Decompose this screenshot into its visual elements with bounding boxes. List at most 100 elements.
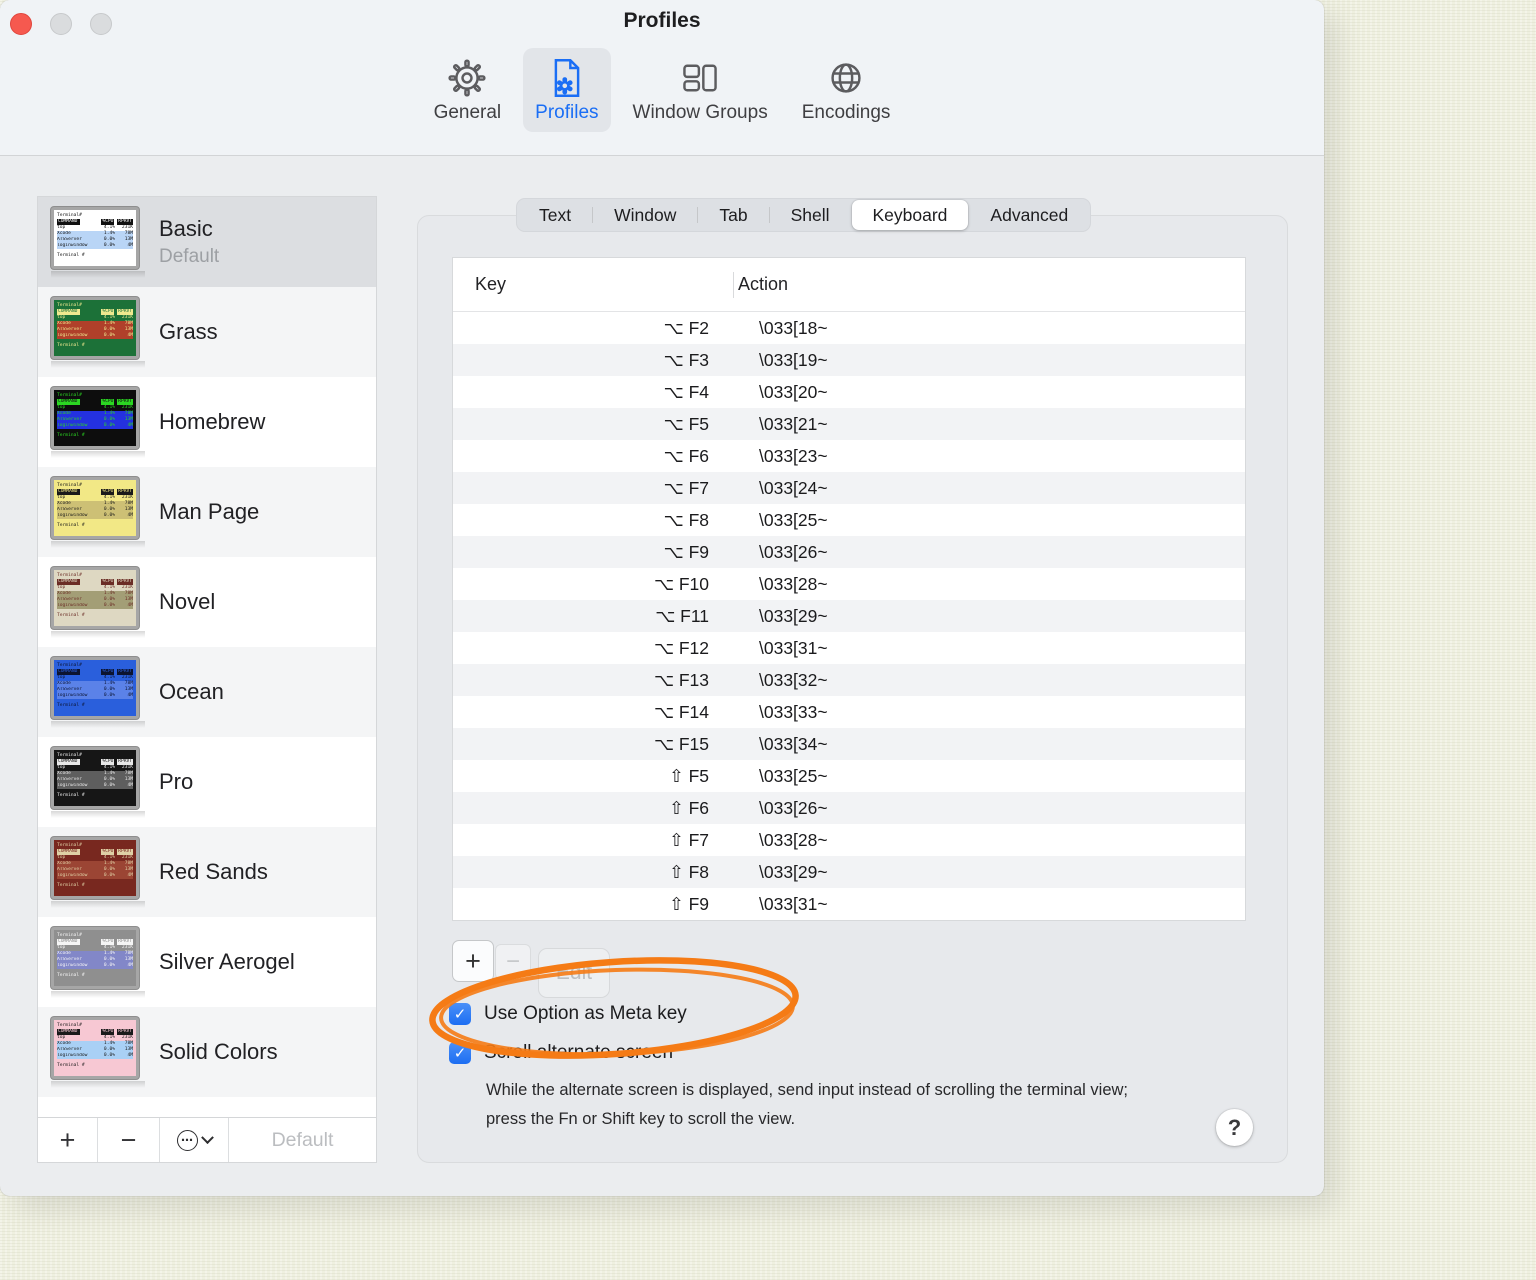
action-cell: \033[31~ — [759, 893, 828, 914]
profile-row-novel[interactable]: Terminal# COMMAND %CPU RPRVT top 4.1% 231K Xco… — [38, 557, 376, 647]
keyboard-row[interactable]: ⌥ F5 \033[21~ — [453, 408, 1245, 440]
toolbar-item-encodings[interactable]: Encodings — [790, 48, 903, 132]
keyboard-row[interactable]: ⌥ F4 \033[20~ — [453, 376, 1245, 408]
action-cell: \033[28~ — [759, 829, 828, 850]
keyboard-row[interactable]: ⌥ F6 \033[23~ — [453, 440, 1245, 472]
keyboard-row[interactable]: ⇧ F6 \033[26~ — [453, 792, 1245, 824]
action-cell: \033[23~ — [759, 445, 828, 466]
column-header-key[interactable]: Key — [453, 274, 711, 295]
action-cell: \033[34~ — [759, 733, 828, 754]
checkbox-label: Scroll alternate screen — [484, 1042, 674, 1063]
profile-row-man-page[interactable]: Terminal# COMMAND %CPU RPRVT top 4.1% 231K Xco… — [38, 467, 376, 557]
thumb-prompt: Terminal # — [57, 973, 85, 979]
profile-name: Pro — [159, 769, 194, 794]
profile-actions-menu-button[interactable]: ⋯ — [160, 1118, 229, 1162]
window-groups-icon — [680, 55, 720, 101]
action-cell: \033[19~ — [759, 349, 828, 370]
remove-profile-button[interactable]: − — [98, 1118, 160, 1162]
toolbar-item-profiles[interactable]: Profiles — [523, 48, 611, 132]
keyboard-row[interactable]: ⌥ F15 \033[34~ — [453, 728, 1245, 760]
tab-shell[interactable]: Shell — [770, 200, 851, 230]
profile-name: Homebrew — [159, 409, 266, 434]
add-key-button[interactable]: + — [452, 940, 494, 982]
tab-window[interactable]: Window — [593, 200, 697, 230]
keyboard-row[interactable]: ⌥ F14 \033[33~ — [453, 696, 1245, 728]
default-button[interactable]: Default — [229, 1118, 376, 1162]
key-cell: ⇧ F6 — [669, 797, 709, 818]
remove-key-button[interactable]: − — [495, 944, 531, 980]
keyboard-row[interactable]: ⌥ F2 \033[18~ — [453, 312, 1245, 344]
use-option-as-meta-key-checkbox[interactable]: ✓ — [449, 1003, 471, 1025]
profile-tabs: Text Window Tab Shell Keyboard Advanced — [516, 198, 1092, 232]
profile-row-basic[interactable]: Terminal# COMMAND %CPU RPRVT top 4.1% 231K Xco… — [38, 197, 376, 287]
profile-row-red-sands[interactable]: Terminal# COMMAND %CPU RPRVT top 4.1% 231K Xco… — [38, 827, 376, 917]
thumb-process-row: loginwindow 0.0% 4M — [57, 1052, 133, 1060]
tab-advanced[interactable]: Advanced — [969, 200, 1089, 230]
key-cell: ⌥ F4 — [663, 381, 709, 402]
keyboard-row[interactable]: ⇧ F7 \033[28~ — [453, 824, 1245, 856]
keyboard-row[interactable]: ⌥ F10 \033[28~ — [453, 568, 1245, 600]
key-cell: ⌥ F2 — [663, 317, 709, 338]
profile-name: Basic — [159, 216, 213, 241]
action-cell: \033[28~ — [759, 573, 828, 594]
tab-text[interactable]: Text — [518, 200, 592, 230]
profile-row-solid-colors[interactable]: Terminal# COMMAND %CPU RPRVT top 4.1% 231K Xco… — [38, 1007, 376, 1097]
profile-name: Red Sands — [159, 859, 268, 884]
key-cell: ⌥ F14 — [653, 701, 709, 722]
toolbar-item-window-groups[interactable]: Window Groups — [621, 48, 780, 132]
toolbar-item-general[interactable]: General — [422, 48, 514, 132]
profile-list-footer: + − ⋯ Default — [38, 1117, 376, 1162]
profile-row-pro[interactable]: Terminal# COMMAND %CPU RPRVT top 4.1% 231K Xco… — [38, 737, 376, 827]
profile-row-silver-aerogel[interactable]: Terminal# COMMAND %CPU RPRVT top 4.1% 231K Xco… — [38, 917, 376, 1007]
thumb-prompt: Terminal # — [57, 343, 85, 349]
column-header-action[interactable]: Action — [711, 274, 788, 295]
keyboard-row[interactable]: ⌥ F7 \033[24~ — [453, 472, 1245, 504]
action-cell: \033[26~ — [759, 541, 828, 562]
profile-thumbnail: Terminal# COMMAND %CPU RPRVT top 4.1% 231K Xco… — [51, 1016, 139, 1079]
column-divider[interactable] — [733, 272, 734, 298]
keyboard-row[interactable]: ⌥ F3 \033[19~ — [453, 344, 1245, 376]
key-cell: ⌥ F8 — [663, 509, 709, 530]
profile-row-grass[interactable]: Terminal# COMMAND %CPU RPRVT top 4.1% 231K Xco… — [38, 287, 376, 377]
action-cell: \033[25~ — [759, 509, 828, 530]
tab-tab[interactable]: Tab — [698, 200, 768, 230]
use-option-as-meta-key-row: ✓ Use Option as Meta key — [449, 1003, 687, 1025]
thumbnail-reflection — [51, 360, 145, 368]
profile-thumbnail: Terminal# COMMAND %CPU RPRVT top 4.1% 231K Xco… — [51, 836, 139, 899]
keyboard-row[interactable]: ⌥ F9 \033[26~ — [453, 536, 1245, 568]
action-cell: \033[33~ — [759, 701, 828, 722]
keyboard-row[interactable]: ⌥ F13 \033[32~ — [453, 664, 1245, 696]
preferences-window: Profiles General Profiles Window Groups … — [0, 0, 1324, 1196]
thumb-prompt: Terminal # — [57, 793, 85, 799]
chevron-down-icon — [200, 1130, 214, 1144]
keyboard-row[interactable]: ⌥ F11 \033[29~ — [453, 600, 1245, 632]
edit-key-button[interactable]: Edit — [538, 948, 610, 998]
thumb-process-row: loginwindow 0.0% 4M — [57, 332, 133, 340]
profile-row-homebrew[interactable]: Terminal# COMMAND %CPU RPRVT top 4.1% 231K Xco… — [38, 377, 376, 467]
profile-row-ocean[interactable]: Terminal# COMMAND %CPU RPRVT top 4.1% 231K Xco… — [38, 647, 376, 737]
keyboard-row[interactable]: ⌥ F8 \033[25~ — [453, 504, 1245, 536]
keyboard-row[interactable]: ⇧ F5 \033[25~ — [453, 760, 1245, 792]
tab-keyboard[interactable]: Keyboard — [851, 200, 969, 230]
key-cell: ⌥ F11 — [655, 605, 709, 626]
keyboard-row[interactable]: ⌥ F12 \033[31~ — [453, 632, 1245, 664]
table-header: Key Action — [453, 258, 1245, 312]
key-cell: ⌥ F9 — [663, 541, 709, 562]
help-button[interactable]: ? — [1216, 1109, 1253, 1146]
thumbnail-reflection — [51, 270, 145, 278]
keyboard-row[interactable]: ⇧ F9 \033[31~ — [453, 888, 1245, 920]
scroll-alternate-screen-checkbox[interactable]: ✓ — [449, 1042, 471, 1064]
action-cell: \033[24~ — [759, 477, 828, 498]
keyboard-row[interactable]: ⇧ F8 \033[29~ — [453, 856, 1245, 888]
thumb-process-row: loginwindow 0.0% 4M — [57, 962, 133, 970]
profile-thumbnail: Terminal# COMMAND %CPU RPRVT top 4.1% 231K Xco… — [51, 926, 139, 989]
thumb-prompt: Terminal # — [57, 433, 85, 439]
add-profile-button[interactable]: + — [38, 1118, 98, 1162]
thumb-process-row: loginwindow 0.0% 4M — [57, 782, 133, 790]
thumbnail-reflection — [51, 720, 145, 728]
titlebar: Profiles General Profiles Window Groups … — [0, 0, 1324, 156]
action-cell: \033[25~ — [759, 765, 828, 786]
profile-thumbnail: Terminal# COMMAND %CPU RPRVT top 4.1% 231K Xco… — [51, 386, 139, 449]
thumb-prompt: Terminal # — [57, 253, 85, 259]
gear-icon — [448, 55, 486, 101]
